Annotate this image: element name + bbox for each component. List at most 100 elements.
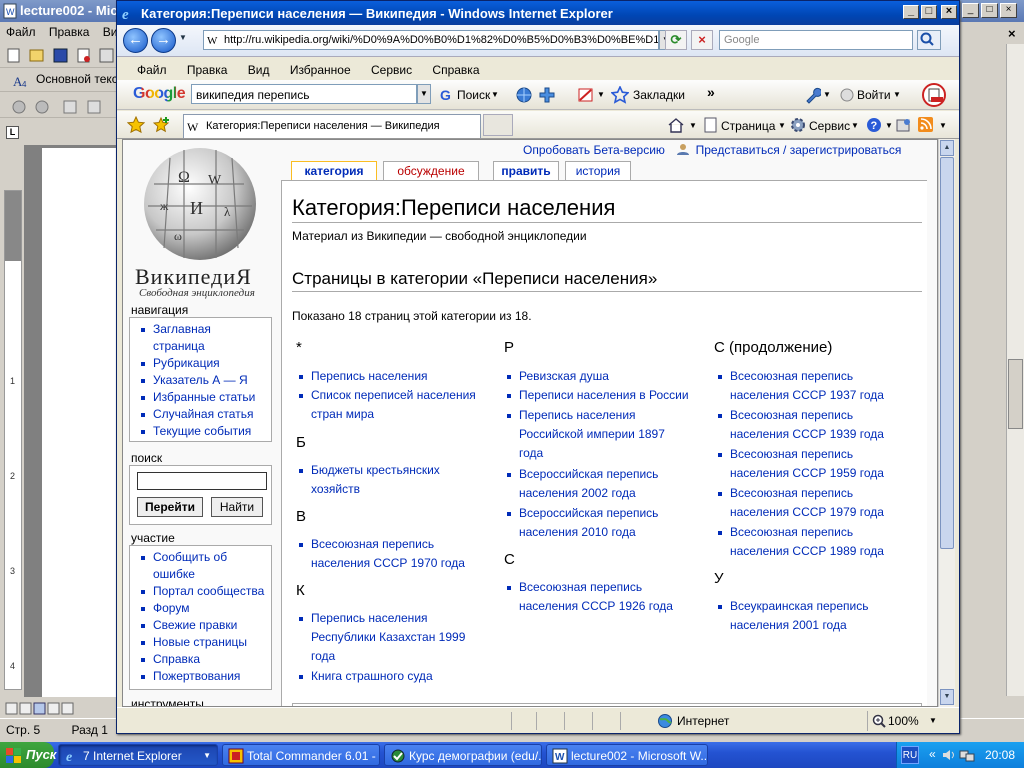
- list-item[interactable]: Всесоюзная перепись населения СССР 1939 …: [711, 406, 901, 444]
- tab-wikipedia[interactable]: Категория:Переписи населения — Википедия: [183, 114, 481, 138]
- list-item[interactable]: Переписи населения в России: [500, 386, 705, 405]
- word-style-box[interactable]: Основной текст: [36, 72, 123, 86]
- menu-file[interactable]: Файл: [137, 63, 167, 77]
- pdf-icon[interactable]: [921, 82, 947, 108]
- list-item[interactable]: Список переписей населения стран мира: [292, 386, 502, 424]
- tab-history[interactable]: история: [565, 161, 631, 180]
- chevron-down-icon[interactable]: ▼: [597, 90, 605, 99]
- list-item[interactable]: Всесоюзная перепись населения СССР 1926 …: [500, 578, 690, 616]
- login-link[interactable]: Представиться / зарегистрироваться: [696, 143, 902, 157]
- list-item[interactable]: Книга страшного суда: [292, 667, 492, 686]
- zoom-dropdown-icon[interactable]: ▼: [929, 716, 937, 725]
- globe-icon[interactable]: [515, 86, 533, 104]
- menu-view[interactable]: Вид: [248, 63, 270, 77]
- zoom-icon[interactable]: [872, 714, 886, 728]
- new-tab-button[interactable]: [483, 114, 513, 136]
- chevron-down-icon[interactable]: ▼: [851, 121, 859, 130]
- go-button[interactable]: Перейти: [137, 497, 203, 517]
- list-item[interactable]: Ревизская душа: [500, 367, 700, 386]
- google-search-input[interactable]: википедия перепись: [191, 84, 417, 104]
- word-drawing-icons[interactable]: [0, 94, 120, 118]
- wrench-icon[interactable]: [803, 86, 821, 104]
- ie-vertical-scrollbar[interactable]: ▲ ▼: [938, 139, 955, 707]
- ie-close-button[interactable]: ×: [941, 5, 957, 19]
- ie-minimize-button[interactable]: _: [903, 5, 919, 19]
- page-menu-button[interactable]: Страница: [721, 119, 775, 133]
- google-dropdown-icon[interactable]: ▼: [417, 84, 431, 104]
- part-item-donate[interactable]: Пожертвования: [134, 668, 271, 685]
- chevron-down-icon[interactable]: ▼: [778, 121, 786, 130]
- task-demography-course[interactable]: Курс демографии (edu/...: [384, 744, 542, 766]
- history-dropdown-icon[interactable]: ▼: [179, 33, 187, 42]
- chevron-down-icon[interactable]: ▼: [689, 121, 697, 130]
- word-toolbar-icons[interactable]: [0, 44, 120, 66]
- part-item-community-portal[interactable]: Портал сообщества: [134, 583, 271, 600]
- list-item[interactable]: Всесоюзная перепись населения СССР 1970 …: [292, 535, 492, 573]
- scroll-up-arrow-icon[interactable]: ▲: [940, 140, 954, 156]
- menu-tools[interactable]: Сервис: [371, 63, 412, 77]
- task-word-document[interactable]: W lecture002 - Microsoft W...: [546, 744, 708, 766]
- list-item[interactable]: Перепись населения Республики Казахстан …: [292, 609, 492, 666]
- tray-expand-icon[interactable]: «: [929, 747, 936, 761]
- find-button[interactable]: Найти: [211, 497, 263, 517]
- popup-blocker-icon[interactable]: [577, 86, 595, 104]
- scroll-down-arrow-icon[interactable]: ▼: [940, 689, 954, 705]
- ie-maximize-button[interactable]: □: [921, 5, 937, 19]
- stop-button[interactable]: ×: [691, 30, 713, 50]
- part-item-report-error[interactable]: Сообщить об ошибке: [134, 549, 234, 583]
- gear-icon[interactable]: [789, 116, 807, 134]
- network-icon[interactable]: [959, 747, 975, 763]
- word-menu-file[interactable]: Файл: [6, 25, 36, 39]
- menu-edit[interactable]: Правка: [187, 63, 228, 77]
- forward-button[interactable]: →: [151, 28, 176, 53]
- word-menu-edit[interactable]: Правка: [49, 25, 90, 39]
- nav-item-featured[interactable]: Избранные статьи: [134, 389, 271, 406]
- bookmarks-button[interactable]: Закладки: [633, 88, 685, 102]
- ie-scroll-thumb[interactable]: [940, 157, 954, 549]
- list-item[interactable]: Бюджеты крестьянских хозяйств: [292, 461, 482, 499]
- login-button[interactable]: Войти: [857, 88, 891, 102]
- word-doc-close-icon[interactable]: ×: [1008, 26, 1016, 41]
- nav-item-main-page[interactable]: Заглавная страница: [134, 321, 234, 355]
- chevron-down-icon[interactable]: ▼: [823, 90, 831, 99]
- help-icon[interactable]: ?: [865, 116, 883, 134]
- task-internet-explorer[interactable]: e 7 Internet Explorer ▼: [58, 744, 218, 766]
- word-minimize-button[interactable]: _: [962, 3, 979, 18]
- page-icon[interactable]: [703, 117, 719, 133]
- word-styles-icon[interactable]: A4: [12, 73, 30, 89]
- list-item[interactable]: Всесоюзная перепись населения СССР 1989 …: [711, 523, 901, 561]
- list-item[interactable]: Всеукраинская перепись населения 2001 го…: [711, 597, 901, 635]
- word-view-buttons[interactable]: [4, 700, 124, 716]
- word-maximize-button[interactable]: □: [981, 3, 998, 18]
- google-search-button[interactable]: Поиск: [457, 88, 490, 102]
- star-icon[interactable]: [611, 86, 629, 104]
- menu-help[interactable]: Справка: [432, 63, 479, 77]
- list-item[interactable]: Перепись населения: [292, 367, 492, 386]
- nav-item-index[interactable]: Указатель А — Я: [134, 372, 271, 389]
- beta-link[interactable]: Опробовать Бета-версию: [523, 143, 665, 157]
- address-input[interactable]: http://ru.wikipedia.org/wiki/%D0%9A%D0%B…: [203, 30, 659, 50]
- home-icon[interactable]: [667, 116, 685, 134]
- chevron-down-icon[interactable]: ▼: [885, 121, 893, 130]
- list-item[interactable]: Всероссийская перепись населения 2002 го…: [500, 465, 680, 503]
- tab-discussion[interactable]: обсуждение: [383, 161, 479, 180]
- volume-icon[interactable]: [941, 747, 957, 763]
- list-item[interactable]: Всероссийская перепись населения 2010 го…: [500, 504, 680, 542]
- add-favorite-icon[interactable]: [153, 116, 171, 134]
- chevron-down-icon[interactable]: ▼: [893, 90, 901, 99]
- part-item-help[interactable]: Справка: [134, 651, 271, 668]
- nav-item-categories[interactable]: Рубрикация: [134, 355, 271, 372]
- list-item[interactable]: Перепись населения Российской империи 18…: [500, 406, 680, 463]
- language-indicator[interactable]: RU: [901, 746, 919, 764]
- chevron-down-icon[interactable]: ▼: [491, 90, 499, 99]
- list-item[interactable]: Всесоюзная перепись населения СССР 1959 …: [711, 445, 901, 483]
- list-item[interactable]: Всесоюзная перепись населения СССР 1979 …: [711, 484, 901, 522]
- part-item-recent-changes[interactable]: Свежие правки: [134, 617, 271, 634]
- login-circle-icon[interactable]: [839, 87, 855, 103]
- refresh-button[interactable]: ⟳: [665, 30, 687, 50]
- word-close-button[interactable]: ×: [1000, 3, 1017, 18]
- word-scroll-thumb[interactable]: [1008, 359, 1023, 429]
- chevron-down-icon[interactable]: ▼: [939, 121, 947, 130]
- google-logo[interactable]: Google: [133, 85, 186, 103]
- favorites-star-icon[interactable]: [127, 116, 145, 134]
